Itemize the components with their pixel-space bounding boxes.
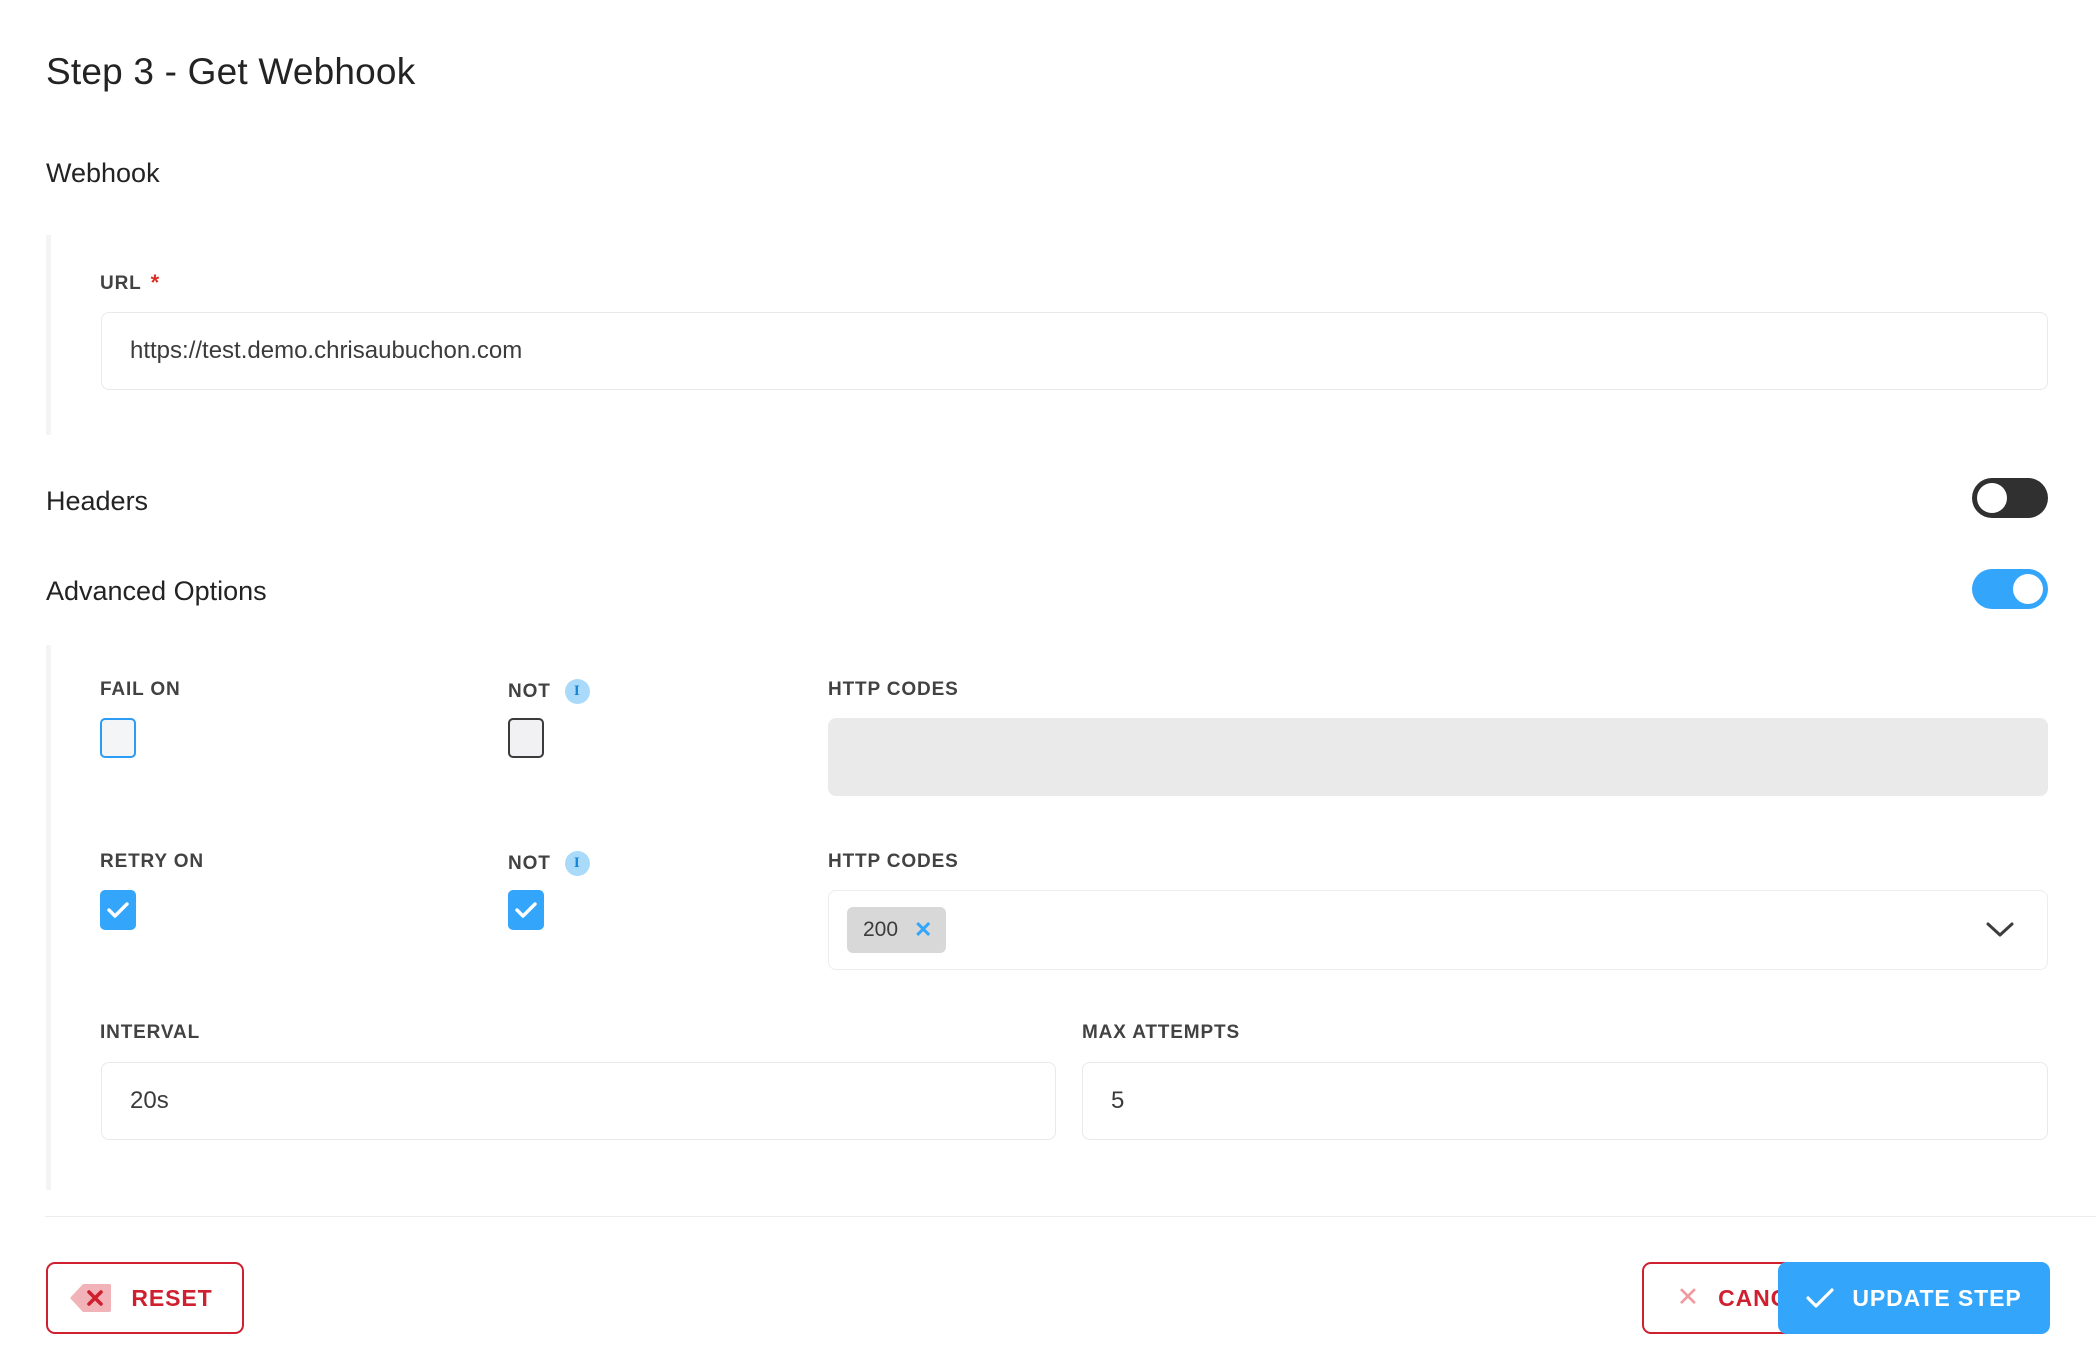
webhook-step-form: Step 3 - Get Webhook Webhook URL * Header…: [0, 0, 2096, 1348]
backspace-icon: [70, 1284, 112, 1312]
retry-on-not-checkbox[interactable]: [508, 890, 544, 930]
retry-on-http-codes-select[interactable]: 200 ✕: [828, 890, 2048, 970]
retry-on-checkbox[interactable]: [100, 890, 136, 930]
http-code-chip[interactable]: 200 ✕: [847, 907, 947, 953]
section-heading-advanced-options: Advanced Options: [46, 576, 267, 606]
headers-toggle-knob: [1977, 483, 2007, 513]
max-attempts-input[interactable]: [1082, 1062, 2048, 1140]
advanced-section-accent-bar: [46, 645, 51, 1190]
advanced-options-toggle-knob: [2013, 574, 2043, 604]
http-code-chip-label: 200: [863, 918, 899, 941]
section-heading-headers: Headers: [46, 486, 149, 516]
retry-on-not-label: NOT i: [508, 851, 590, 876]
required-asterisk: *: [150, 270, 161, 295]
retry-on-label: RETRY ON: [100, 851, 204, 872]
close-icon: ✕: [1676, 1281, 1701, 1312]
interval-input[interactable]: [101, 1062, 1056, 1140]
url-label-text: URL: [100, 273, 142, 294]
fail-on-label: FAIL ON: [100, 679, 181, 700]
check-icon: [1806, 1288, 1834, 1308]
fail-on-http-codes-label: HTTP CODES: [828, 679, 959, 700]
url-input[interactable]: [101, 312, 2048, 390]
check-icon: [107, 902, 129, 918]
page-title: Step 3 - Get Webhook: [46, 51, 416, 92]
update-step-button-label: UPDATE STEP: [1852, 1284, 2022, 1311]
advanced-options-toggle[interactable]: [1972, 569, 2048, 609]
retry-on-not-label-text: NOT: [508, 853, 551, 874]
section-heading-webhook: Webhook: [46, 158, 160, 188]
reset-button[interactable]: RESET: [46, 1262, 244, 1334]
interval-label: INTERVAL: [100, 1022, 201, 1043]
update-step-button[interactable]: UPDATE STEP: [1778, 1262, 2050, 1334]
retry-on-http-codes-label: HTTP CODES: [828, 851, 959, 872]
check-icon: [515, 902, 537, 918]
headers-toggle[interactable]: [1972, 478, 2048, 518]
webhook-section-accent-bar: [46, 235, 51, 435]
url-field-label: URL *: [100, 270, 160, 296]
max-attempts-label: MAX ATTEMPTS: [1082, 1022, 1240, 1043]
footer-divider: [45, 1216, 2096, 1217]
fail-on-checkbox[interactable]: [100, 718, 136, 758]
close-icon[interactable]: ✕: [914, 919, 932, 941]
info-icon[interactable]: i: [564, 679, 590, 704]
fail-on-not-label: NOT i: [508, 679, 590, 704]
chevron-down-icon[interactable]: [1985, 921, 2015, 939]
fail-on-not-label-text: NOT: [508, 681, 551, 702]
reset-button-label: RESET: [131, 1284, 213, 1311]
fail-on-not-checkbox[interactable]: [508, 718, 544, 758]
info-icon[interactable]: i: [564, 851, 590, 876]
fail-on-http-codes-select: [828, 718, 2048, 796]
